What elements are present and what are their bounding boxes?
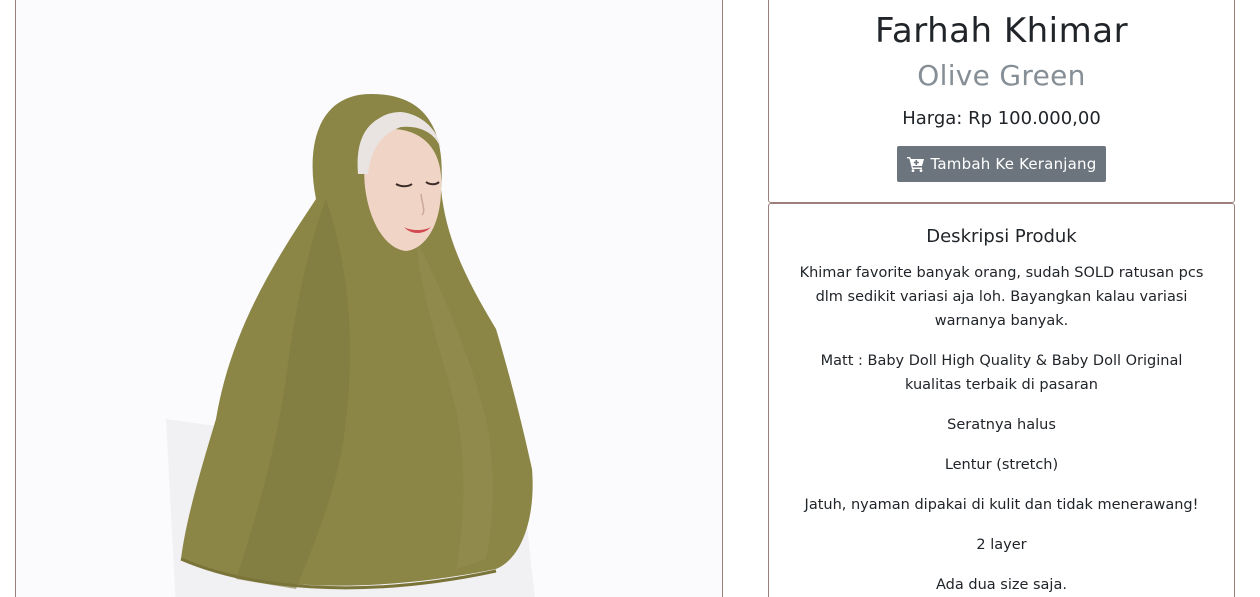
description-body: Khimar favorite banyak orang, sudah SOLD… [769, 261, 1234, 597]
product-page: Farhah Khimar Olive Green Harga: Rp 100.… [0, 0, 1260, 597]
product-photo [16, 0, 722, 597]
cart-icon [906, 157, 924, 172]
add-to-cart-label: Tambah Ke Keranjang [930, 155, 1097, 173]
product-summary-card: Farhah Khimar Olive Green Harga: Rp 100.… [768, 0, 1235, 203]
description-paragraph: Seratnya halus [947, 417, 1056, 433]
description-paragraph: Ada dua size saja. [936, 577, 1067, 593]
product-price: Harga: Rp 100.000,00 [902, 108, 1101, 129]
product-variant: Olive Green [917, 59, 1086, 92]
description-paragraph: Jatuh, nyaman dipakai di kulit dan tidak… [804, 497, 1199, 513]
description-heading: Deskripsi Produk [926, 226, 1077, 247]
product-title: Farhah Khimar [874, 11, 1129, 51]
description-paragraph: 2 layer [976, 537, 1027, 553]
description-paragraph: Matt : Baby Doll High Quality & Baby Dol… [820, 353, 1183, 393]
product-description-card: Deskripsi Produk Khimar favorite banyak … [768, 203, 1235, 597]
add-to-cart-button[interactable]: Tambah Ke Keranjang [897, 146, 1106, 182]
description-paragraph: Lentur (stretch) [944, 457, 1059, 473]
product-image-panel [15, 0, 723, 597]
description-paragraph: Khimar favorite banyak orang, sudah SOLD… [799, 265, 1204, 329]
